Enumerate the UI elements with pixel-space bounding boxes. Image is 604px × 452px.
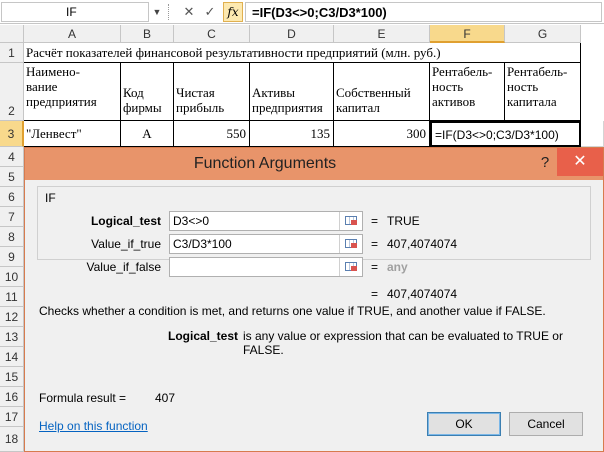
formula-input[interactable]: =IF(D3<>0;C3/D3*100) xyxy=(245,2,602,22)
cancel-button[interactable]: Cancel xyxy=(509,412,583,436)
header-line: Код xyxy=(123,85,144,100)
equals-sign: = xyxy=(371,214,379,228)
header-line: Чистая xyxy=(176,85,215,100)
header-line: Наимено- xyxy=(26,64,80,79)
header-line: Собственный xyxy=(336,85,411,100)
formula-bar: IF ▼ ✕ ✓ fx =IF(D3<>0;C3/D3*100) xyxy=(0,0,604,24)
column-header-e[interactable]: E xyxy=(334,25,430,43)
column-header-f[interactable]: F xyxy=(430,25,505,43)
cell-a3[interactable]: "Ленвест" xyxy=(24,121,121,147)
row-header-14[interactable]: 14 xyxy=(0,347,24,367)
sheet-title-cell[interactable]: Расчёт показателей финансовой результати… xyxy=(24,43,581,63)
header-line: ность xyxy=(507,79,539,94)
dialog-title: Function Arguments xyxy=(193,155,337,172)
header-cell-equity-return[interactable]: Рентабель- ность капитала xyxy=(505,63,581,121)
header-line: фирмы xyxy=(123,100,162,115)
column-header-c[interactable]: C xyxy=(174,25,250,43)
enter-icon[interactable]: ✓ xyxy=(201,3,219,21)
header-line: Активы xyxy=(252,85,296,100)
cell-h3[interactable] xyxy=(581,121,604,147)
row-header-5[interactable]: 5 xyxy=(0,167,24,187)
row-header-12[interactable]: 12 xyxy=(0,307,24,327)
cell-e3[interactable]: 300 xyxy=(334,121,430,147)
argument-help-name: Logical_test xyxy=(168,329,239,343)
close-button[interactable]: ✕ xyxy=(557,148,603,176)
name-box[interactable]: IF xyxy=(1,2,149,22)
name-box-dropdown-icon[interactable]: ▼ xyxy=(150,2,164,22)
value-if-false-label: Value_if_false xyxy=(86,260,162,274)
function-arguments-dialog: Function Arguments ? ✕ IF Logical_test D… xyxy=(24,147,604,452)
collapse-dialog-icon[interactable] xyxy=(339,235,361,253)
logical-test-input[interactable]: D3<>0 xyxy=(169,211,363,231)
ok-button[interactable]: OK xyxy=(427,412,501,436)
header-line: капитала xyxy=(507,94,557,109)
column-header-g[interactable]: G xyxy=(505,25,581,43)
row-header-3[interactable]: 3 xyxy=(0,121,24,147)
collapse-dialog-icon[interactable] xyxy=(339,212,361,230)
row-header-15[interactable]: 15 xyxy=(0,367,24,387)
column-header-d[interactable]: D xyxy=(250,25,334,43)
header-line: вание xyxy=(26,79,58,94)
cell-b3[interactable]: А xyxy=(121,121,174,147)
logical-test-label: Logical_test xyxy=(90,214,161,228)
header-line: предприятия xyxy=(252,100,323,115)
function-result: 407,4074074 xyxy=(387,287,458,301)
collapse-dialog-icon[interactable] xyxy=(339,258,361,276)
formula-result-value: 407 xyxy=(155,391,176,405)
equals-sign: = xyxy=(371,237,379,251)
equals-sign: = xyxy=(371,260,379,274)
value-if-false-input[interactable] xyxy=(169,257,363,277)
row-header-17[interactable]: 17 xyxy=(0,407,24,427)
formula-result-label: Formula result = xyxy=(39,391,127,405)
header-line: предприятия xyxy=(26,94,97,109)
header-line: Рентабель- xyxy=(507,64,568,79)
select-all-corner[interactable] xyxy=(0,25,24,43)
header-cell-name[interactable]: Наимено- вание предприятия xyxy=(24,63,121,121)
dialog-title-bar[interactable]: Function Arguments xyxy=(25,148,603,180)
row-header-2[interactable]: 2 xyxy=(0,63,24,121)
function-name-label: IF xyxy=(45,191,56,205)
header-line: активов xyxy=(432,94,476,109)
value-if-true-label: Value_if_true xyxy=(91,237,161,251)
row-header-8[interactable]: 8 xyxy=(0,227,24,247)
header-line: капитал xyxy=(336,100,380,115)
cell-d3[interactable]: 135 xyxy=(250,121,334,147)
equals-sign: = xyxy=(371,287,379,301)
row-header-6[interactable]: 6 xyxy=(0,187,24,207)
argument-help-text: is any value or expression that can be e… xyxy=(243,329,563,357)
row-header-13[interactable]: 13 xyxy=(0,327,24,347)
column-header-b[interactable]: B xyxy=(121,25,174,43)
header-cell-equity[interactable]: Собственный капитал xyxy=(334,63,430,121)
logical-test-result: TRUE xyxy=(387,214,420,228)
value-if-true-result: 407,4074074 xyxy=(387,237,458,251)
function-description: Checks whether a condition is met, and r… xyxy=(39,304,546,318)
row-header-9[interactable]: 9 xyxy=(0,247,24,267)
header-cell-assets[interactable]: Активы предприятия xyxy=(250,63,334,121)
row-header-10[interactable]: 10 xyxy=(0,267,24,287)
column-header-a[interactable]: A xyxy=(24,25,121,43)
header-cell-code[interactable]: Код фирмы xyxy=(121,63,174,121)
header-line: ность xyxy=(432,79,464,94)
row-header-11[interactable]: 11 xyxy=(0,287,24,307)
value-if-false-result: any xyxy=(387,260,408,274)
cancel-icon[interactable]: ✕ xyxy=(180,3,198,21)
help-on-function-link[interactable]: Help on this function xyxy=(39,419,148,433)
row-header-1[interactable]: 1 xyxy=(0,43,24,63)
cell-c3[interactable]: 550 xyxy=(174,121,250,147)
header-cell-profit[interactable]: Чистая прибыль xyxy=(174,63,250,121)
cell-f3-editing[interactable]: =IF(D3<>0;C3/D3*100) xyxy=(430,121,581,147)
row-header-16[interactable]: 16 xyxy=(0,387,24,407)
value-if-true-input[interactable]: C3/D3*100 xyxy=(169,234,363,254)
row-header-7[interactable]: 7 xyxy=(0,207,24,227)
header-line: прибыль xyxy=(176,100,225,115)
formula-bar-separator xyxy=(168,4,170,20)
header-cell-asset-return[interactable]: Рентабель- ность активов xyxy=(430,63,505,121)
help-icon[interactable]: ? xyxy=(535,152,555,174)
insert-function-icon[interactable]: fx xyxy=(223,2,243,22)
row-header-18[interactable]: 18 xyxy=(0,427,24,452)
row-header-4[interactable]: 4 xyxy=(0,147,24,167)
header-line: Рентабель- xyxy=(432,64,493,79)
